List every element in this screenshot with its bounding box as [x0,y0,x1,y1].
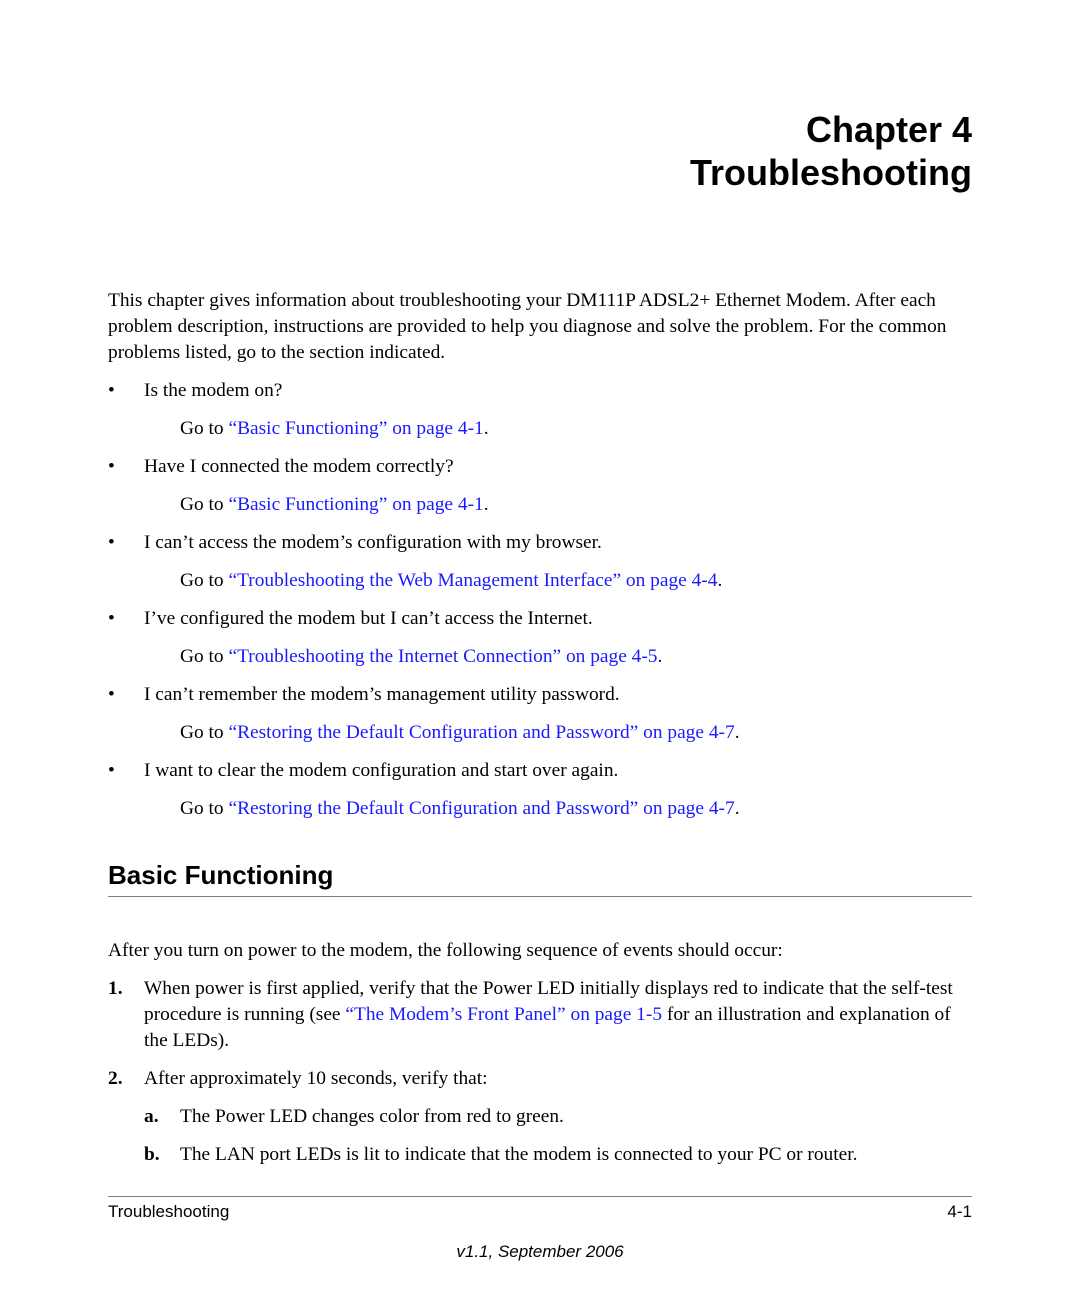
bullet-icon: • [108,532,115,553]
bullet-icon: • [108,684,115,705]
goto-line: Go to “Basic Functioning” on page 4-1. [180,418,489,439]
section-divider [108,896,972,897]
footer-divider [108,1196,972,1197]
intro-paragraph: This chapter gives information about tro… [108,290,947,363]
xref-link[interactable]: “Troubleshooting the Web Management Inte… [228,570,717,591]
goto-line: Go to “Basic Functioning” on page 4-1. [180,494,489,515]
xref-link[interactable]: “Basic Functioning” on page 4-1 [228,418,483,439]
footer-version: v1.1, September 2006 [456,1242,624,1261]
problem-question: I can’t access the modem’s configuration… [144,532,602,553]
xref-link[interactable]: “The Modem’s Front Panel” on page 1-5 [345,1004,662,1025]
bullet-icon: • [108,456,115,477]
chapter-title: Troubleshooting [690,152,972,193]
substep-text: The LAN port LEDs is lit to indicate tha… [180,1144,858,1165]
problem-question: I can’t remember the modem’s management … [144,684,620,705]
section-lead: After you turn on power to the modem, th… [108,940,783,961]
section-title: Basic Functioning [108,860,334,890]
goto-line: Go to “Troubleshooting the Web Managemen… [180,570,723,591]
chapter-label: Chapter 4 [805,109,972,150]
step-text: After approximately 10 seconds, verify t… [144,1068,488,1089]
bullet-icon: • [108,380,115,401]
substep-letter: a. [144,1106,159,1127]
goto-line: Go to “Restoring the Default Configurati… [180,722,740,743]
xref-link[interactable]: “Restoring the Default Configuration and… [228,722,734,743]
xref-link[interactable]: “Basic Functioning” on page 4-1 [228,494,483,515]
problem-question: Is the modem on? [144,380,283,401]
substep-letter: b. [144,1144,160,1165]
chapter-heading: Chapter 4 Troubleshooting [690,108,972,194]
bullet-icon: • [108,608,115,629]
problem-question: I want to clear the modem configuration … [144,760,619,781]
footer-chapter-name: Troubleshooting [108,1202,230,1221]
step-number: 2. [108,1068,123,1089]
step-number: 1. [108,978,123,999]
xref-link[interactable]: “Troubleshooting the Internet Connection… [228,646,657,667]
substep-text: The Power LED changes color from red to … [180,1106,564,1127]
goto-line: Go to “Restoring the Default Configurati… [180,798,740,819]
problem-question: I’ve configured the modem but I can’t ac… [144,608,593,629]
bullet-icon: • [108,760,115,781]
footer-page-number: 4-1 [947,1202,972,1221]
step-text: When power is first applied, verify that… [144,978,953,1051]
xref-link[interactable]: “Restoring the Default Configuration and… [228,798,734,819]
goto-line: Go to “Troubleshooting the Internet Conn… [180,646,663,667]
problem-question: Have I connected the modem correctly? [144,456,454,477]
